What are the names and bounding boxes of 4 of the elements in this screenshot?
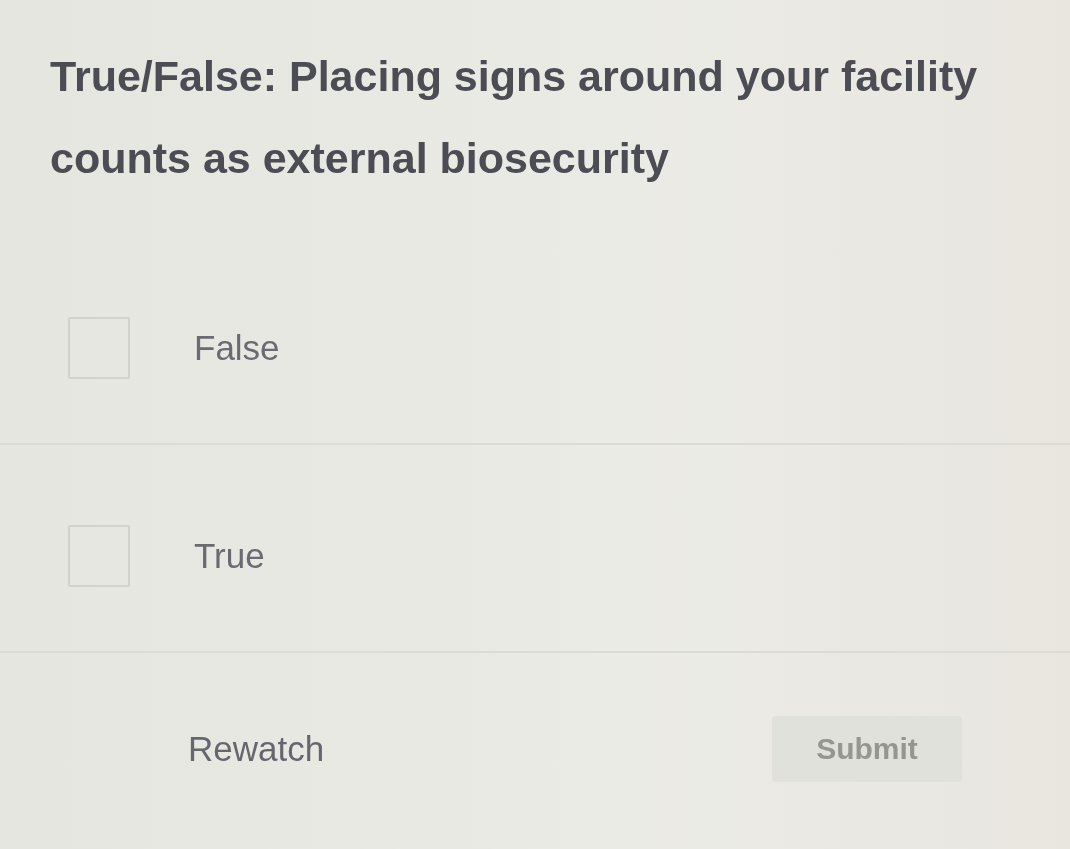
option-label[interactable]: False xyxy=(194,328,280,368)
option-label[interactable]: True xyxy=(194,536,265,576)
rewatch-button[interactable]: Rewatch xyxy=(170,713,343,785)
question-text: True/False: Placing signs around your facility counts as external biosecurity xyxy=(50,51,979,184)
